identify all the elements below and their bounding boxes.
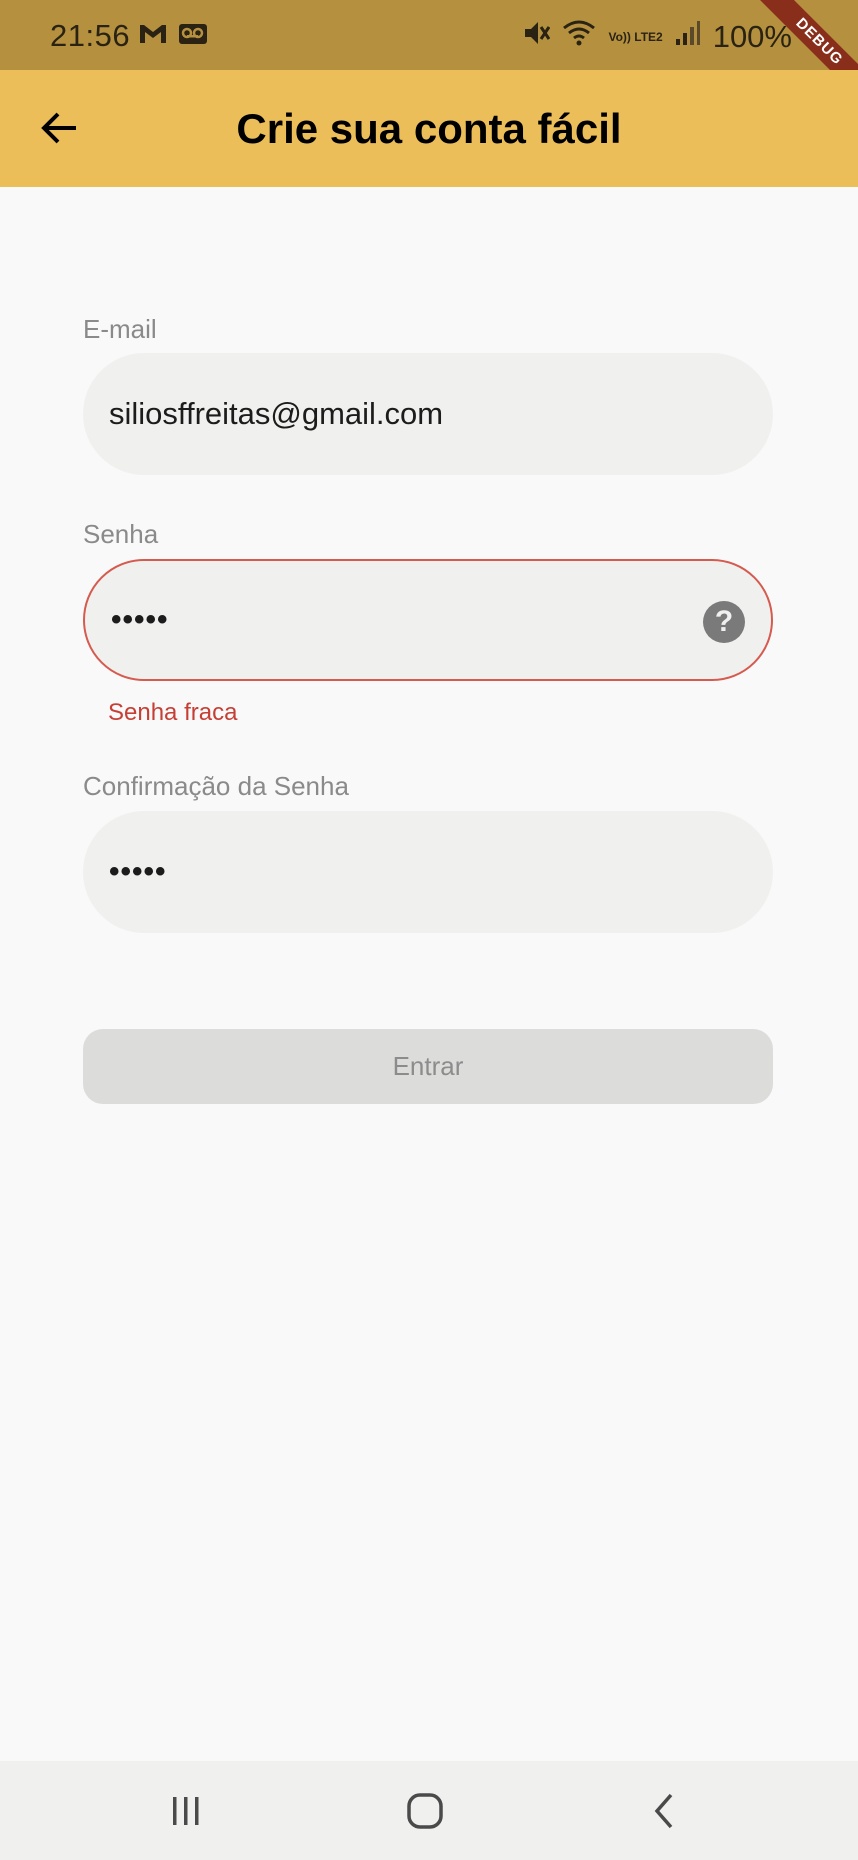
email-label: E-mail — [83, 314, 157, 344]
battery-text: 100% — [712, 19, 792, 54]
submit-button[interactable]: Entrar — [83, 1029, 773, 1104]
back-icon — [654, 1793, 673, 1829]
mute-icon — [522, 18, 551, 56]
arrow-left-icon — [41, 112, 76, 144]
password-field[interactable]: ••••• ? — [83, 559, 773, 681]
nav-back-button[interactable] — [634, 1783, 694, 1839]
help-circle-icon[interactable]: ? — [703, 601, 745, 643]
password-label: Senha — [83, 519, 159, 549]
wifi-icon — [562, 18, 596, 56]
recent-apps-button[interactable] — [156, 1783, 216, 1839]
page-title: Crie sua conta fácil — [236, 105, 622, 152]
status-system-icons: Vo)) LTE2 100% — [522, 18, 792, 56]
recent-apps-icon — [173, 1797, 199, 1825]
app-screen: 21:56 Vo)) LTE2 100% DEBUG Crie sua cont… — [0, 0, 858, 1860]
home-icon — [407, 1793, 443, 1829]
password-value: ••••• — [111, 603, 169, 636]
confirm-password-value: ••••• — [109, 855, 167, 888]
voicemail-icon — [178, 22, 208, 51]
home-button[interactable] — [395, 1783, 455, 1839]
status-time: 21:56 — [50, 18, 131, 53]
network-label: Vo)) LTE2 — [608, 30, 663, 44]
back-button[interactable] — [30, 98, 90, 158]
gmail-icon — [138, 22, 168, 51]
system-nav-bar — [0, 1761, 858, 1860]
confirm-password-label: Confirmação da Senha — [83, 771, 349, 801]
status-notification-icons — [138, 22, 208, 51]
email-field[interactable]: siliosffreitas@gmail.com — [83, 353, 773, 475]
signal-icon — [675, 19, 701, 55]
status-bar: 21:56 Vo)) LTE2 100% DEBUG — [0, 0, 858, 111]
app-bar: Crie sua conta fácil — [0, 70, 858, 187]
email-value: siliosffreitas@gmail.com — [109, 396, 444, 431]
confirm-password-field[interactable]: ••••• — [83, 811, 773, 933]
password-error-text: Senha fraca — [108, 699, 238, 726]
